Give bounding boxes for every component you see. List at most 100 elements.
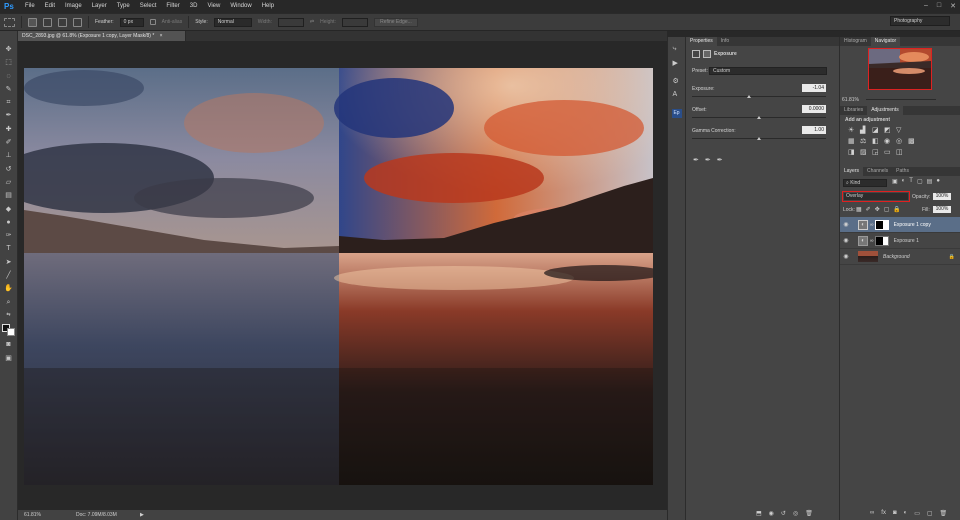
tab-info[interactable]: Info <box>717 37 733 46</box>
lock-position-icon[interactable]: ✥ <box>875 206 880 213</box>
selective-color-icon[interactable]: ◫ <box>896 148 906 156</box>
offset-slider-knob[interactable] <box>757 116 761 119</box>
fx-icon[interactable]: fx <box>881 510 886 517</box>
visibility-eye-icon[interactable]: ◉ <box>840 237 852 244</box>
gamma-slider-knob[interactable] <box>757 137 761 140</box>
color-balance-icon[interactable]: ⚖ <box>860 137 870 145</box>
menu-help[interactable]: Help <box>262 0 274 13</box>
new-adjustment-icon[interactable]: ◐ <box>904 510 908 517</box>
line-tool-icon[interactable]: ╱ <box>4 271 13 280</box>
crop-tool-icon[interactable]: ⌗ <box>4 98 13 107</box>
extension-panel-icon[interactable]: Ep <box>671 109 682 118</box>
layer-mask-thumb[interactable] <box>874 219 889 230</box>
maximize-icon[interactable]: □ <box>937 2 941 10</box>
zoom-level[interactable]: 61.81% <box>24 510 41 520</box>
anti-alias-checkbox[interactable] <box>149 19 156 25</box>
tab-properties[interactable]: Properties <box>686 37 717 46</box>
hue-sat-icon[interactable]: ▦ <box>848 137 858 145</box>
menu-file[interactable]: File <box>25 0 35 13</box>
lock-artboard-icon[interactable]: ▢ <box>884 206 890 213</box>
visibility-eye-icon[interactable]: ◉ <box>840 221 852 228</box>
history-panel-icon[interactable]: ⤷ <box>673 45 681 53</box>
dodge-tool-icon[interactable]: ● <box>4 218 13 227</box>
new-group-icon[interactable]: ▭ <box>914 510 920 517</box>
filter-toggle-icon[interactable]: ● <box>936 178 940 185</box>
black-white-icon[interactable]: ◧ <box>872 137 882 145</box>
eyedropper-tool-icon[interactable]: ✒ <box>4 111 13 120</box>
layer-row[interactable]: ◉ ◐ ∞ Exposure 1 <box>840 233 960 249</box>
pen-tool-icon[interactable]: ✑ <box>4 231 13 240</box>
quick-select-tool-icon[interactable]: ✎ <box>4 85 13 94</box>
document-tab[interactable]: DSC_2893.jpg @ 61.8% (Exposure 1 copy, L… <box>18 31 186 41</box>
healing-brush-icon[interactable]: ✚ <box>4 125 13 134</box>
clone-stamp-icon[interactable]: ⊥ <box>4 151 13 160</box>
brush-tool-icon[interactable]: ✐ <box>4 138 13 147</box>
tab-paths[interactable]: Paths <box>892 167 913 176</box>
layer-row[interactable]: ◉ Background 🔒 <box>840 249 960 265</box>
visibility-eye-icon[interactable]: ◉ <box>840 253 852 260</box>
marquee-tool-icon[interactable]: ⬚ <box>4 58 13 67</box>
gradient-map-icon[interactable]: ▭ <box>884 148 894 156</box>
delete-layer-icon[interactable]: 🗑 <box>940 510 948 517</box>
type-tool-icon[interactable]: T <box>4 244 13 253</box>
preset-select[interactable]: Custom <box>709 67 827 75</box>
workspace-select[interactable]: Photography <box>890 16 950 26</box>
offset-input[interactable]: 0.0000 <box>802 105 826 113</box>
screen-mode-icon[interactable]: ▣ <box>4 354 13 363</box>
menu-type[interactable]: Type <box>117 0 130 13</box>
layer-mask-thumb[interactable] <box>874 235 889 246</box>
tab-channels[interactable]: Channels <box>863 167 892 176</box>
menu-filter[interactable]: Filter <box>166 0 179 13</box>
tab-layers[interactable]: Layers <box>840 167 864 176</box>
style-select[interactable]: Normal <box>213 17 252 27</box>
exposure-input[interactable]: -1.04 <box>802 84 826 92</box>
path-select-icon[interactable]: ➤ <box>4 258 13 267</box>
black-point-eyedropper-icon[interactable]: ✒ <box>693 156 699 164</box>
link-layers-icon[interactable]: ∞ <box>870 510 874 517</box>
gamma-input[interactable]: 1.00 <box>802 126 826 134</box>
photo-filter-icon[interactable]: ◉ <box>884 137 894 145</box>
tab-histogram[interactable]: Histogram <box>840 37 871 46</box>
invert-icon[interactable]: ◨ <box>848 148 858 156</box>
move-tool-icon[interactable]: ✥ <box>4 45 13 54</box>
layer-filter-select[interactable]: ⌕ Kind <box>843 179 887 187</box>
quick-mask-icon[interactable]: ◙ <box>4 340 13 349</box>
gray-point-eyedropper-icon[interactable]: ✒ <box>705 156 711 164</box>
mask-icon[interactable] <box>703 50 711 58</box>
eraser-tool-icon[interactable]: ▱ <box>4 178 13 187</box>
filter-type-icon[interactable]: T <box>909 178 913 185</box>
document-canvas[interactable] <box>24 68 653 485</box>
opacity-input[interactable]: 100% <box>933 193 951 200</box>
navigator-zoom-slider[interactable] <box>866 99 936 100</box>
subtract-selection-icon[interactable] <box>58 17 67 27</box>
close-icon[interactable]: ✕ <box>950 2 956 10</box>
gradient-tool-icon[interactable]: ▤ <box>4 191 13 200</box>
levels-icon[interactable]: ▟ <box>860 126 870 134</box>
navigator-zoom[interactable]: 61.81% <box>842 97 859 103</box>
height-input[interactable] <box>341 17 368 27</box>
exposure-slider-track[interactable] <box>692 96 826 97</box>
zoom-tool-icon[interactable]: ⌕ <box>4 298 13 307</box>
navigator-thumbnail[interactable] <box>868 48 932 90</box>
minimize-icon[interactable]: ‒ <box>924 2 928 10</box>
swap-icon[interactable]: ⇄ <box>310 19 314 25</box>
new-selection-icon[interactable] <box>28 17 37 27</box>
close-document-icon[interactable]: × <box>160 33 163 39</box>
new-layer-icon[interactable]: ▢ <box>927 510 933 517</box>
fill-input[interactable]: 100% <box>933 206 951 213</box>
background-color-swatch[interactable] <box>6 328 15 337</box>
link-icon[interactable]: ∞ <box>870 222 874 228</box>
menu-image[interactable]: Image <box>65 0 82 13</box>
delete-adjustment-icon[interactable]: 🗑 <box>805 510 813 517</box>
tab-navigator[interactable]: Navigator <box>870 37 901 46</box>
color-lookup-icon[interactable]: ▩ <box>908 137 918 145</box>
marquee-tool-preset-icon[interactable] <box>4 17 15 27</box>
link-icon[interactable]: ∞ <box>870 238 874 244</box>
actions-panel-icon[interactable]: ▶ <box>673 59 681 67</box>
add-selection-icon[interactable] <box>43 17 52 27</box>
menu-window[interactable]: Window <box>230 0 251 13</box>
lock-all-icon[interactable]: 🔒 <box>893 206 900 213</box>
add-mask-icon[interactable]: ◙ <box>893 510 897 517</box>
blend-mode-select[interactable]: Overlay <box>844 193 908 200</box>
exposure-slider-knob[interactable] <box>747 95 751 98</box>
